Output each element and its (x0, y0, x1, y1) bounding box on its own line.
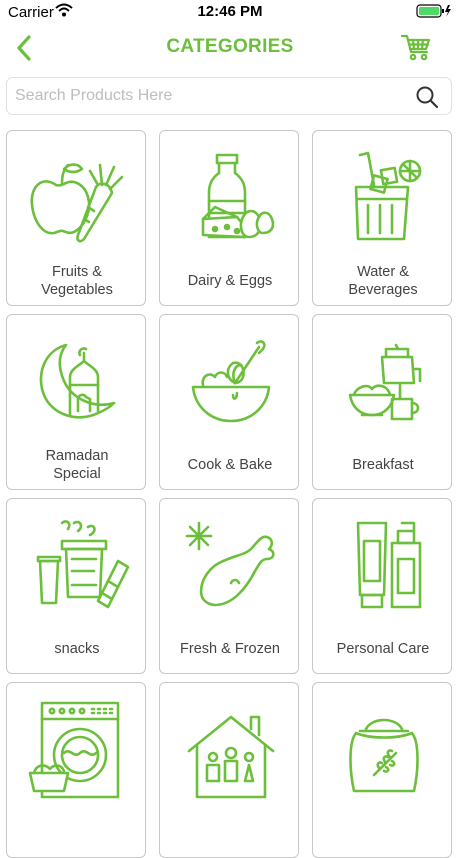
crescent-mosque-icon (7, 325, 145, 435)
category-label (7, 813, 145, 853)
category-label: Water & Beverages (348, 264, 418, 298)
search-input[interactable] (15, 84, 395, 108)
mixing-bowl-icon (160, 325, 298, 435)
page-title: CATEGORIES (166, 36, 294, 57)
washing-machine-icon (7, 693, 145, 803)
category-tile-ramadan-special[interactable]: Ramadan Special (6, 314, 146, 490)
category-label: snacks (54, 641, 100, 657)
cart-button[interactable] (400, 30, 432, 62)
category-label: Personal Care (336, 641, 430, 657)
category-grid: Fruits & Vegetables Dairy & Eggs Water &… (6, 130, 454, 858)
category-tile-breakfast[interactable]: Breakfast (312, 314, 452, 490)
breakfast-icon (313, 325, 451, 435)
search-bar (6, 77, 452, 115)
search-icon[interactable] (415, 85, 439, 114)
category-tile-snacks[interactable]: snacks (6, 498, 146, 674)
snacks-icon (7, 509, 145, 619)
category-label: Fruits & Vegetables (41, 264, 113, 298)
category-label: Ramadan Special (45, 448, 109, 482)
category-tile-laundry[interactable] (6, 682, 146, 858)
status-time: 12:46 PM (197, 3, 263, 20)
navigation-bar: CATEGORIES (0, 24, 460, 72)
category-tile-household[interactable] (159, 682, 299, 858)
category-label: Dairy & Eggs (187, 273, 273, 289)
category-label: Fresh & Frozen (180, 641, 280, 657)
shopping-cart-icon (400, 34, 431, 61)
category-tile-dairy-eggs[interactable]: Dairy & Eggs (159, 130, 299, 306)
fruit-vegetable-icon (7, 141, 145, 251)
frozen-chicken-icon (160, 509, 298, 619)
beverage-icon (313, 141, 451, 251)
category-tile-fruits-vegetables[interactable]: Fruits & Vegetables (6, 130, 146, 306)
category-label: Breakfast (352, 457, 414, 473)
category-tile-grains[interactable] (312, 682, 452, 858)
household-icon (160, 693, 298, 803)
status-bar: Carrier 12:46 PM (0, 0, 460, 24)
grain-sack-icon (313, 693, 451, 803)
category-label (160, 813, 298, 853)
category-tile-fresh-frozen[interactable]: Fresh & Frozen (159, 498, 299, 674)
personal-care-icon (313, 509, 451, 619)
category-label: Cook & Bake (187, 457, 273, 473)
category-tile-water-beverages[interactable]: Water & Beverages (312, 130, 452, 306)
category-label (313, 813, 451, 853)
category-tile-cook-bake[interactable]: Cook & Bake (159, 314, 299, 490)
dairy-eggs-icon (160, 141, 298, 251)
battery-icon (416, 4, 452, 23)
category-tile-personal-care[interactable]: Personal Care (312, 498, 452, 674)
